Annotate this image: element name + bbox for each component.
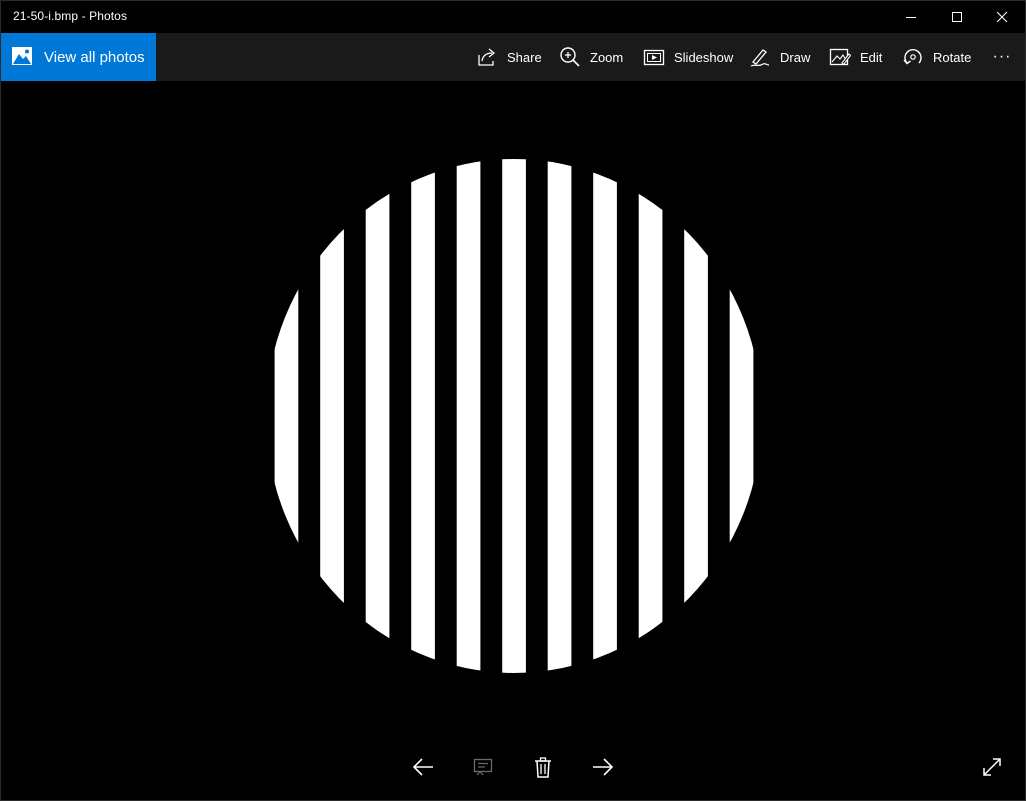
photo-viewport[interactable]	[1, 81, 1025, 800]
edit-label: Edit	[860, 49, 883, 65]
minimize-button[interactable]	[888, 1, 934, 33]
zoom-button[interactable]: Zoom	[559, 33, 623, 81]
previous-button[interactable]	[403, 743, 443, 791]
arrow-right-icon	[593, 758, 614, 776]
arrow-left-icon	[412, 758, 433, 776]
striped-circle-image	[274, 159, 754, 673]
minimize-icon	[906, 17, 916, 18]
draw-icon	[750, 49, 770, 67]
image-stripe	[274, 159, 299, 673]
open-with-icon	[473, 758, 493, 776]
bottom-bar	[1, 743, 1025, 791]
image-stripe	[365, 159, 390, 673]
slideshow-button[interactable]: Slideshow	[643, 33, 733, 81]
close-icon	[996, 11, 1008, 23]
zoom-label: Zoom	[590, 49, 624, 65]
slideshow-label: Slideshow	[674, 49, 734, 65]
rotate-icon	[903, 49, 922, 65]
image-stripe	[411, 159, 435, 673]
command-bar: View all photos Share Zoom Slideshow Dra…	[1, 33, 1025, 81]
photos-window: 21-50-i.bmp - Photos View all photos Sha…	[0, 0, 1026, 801]
view-all-photos-label: View all photos	[44, 49, 145, 66]
image-stripe	[456, 159, 481, 673]
close-button[interactable]	[979, 1, 1025, 33]
window-title: 21-50-i.bmp - Photos	[13, 9, 128, 23]
see-more-button[interactable]: ···	[988, 33, 1016, 81]
edit-button[interactable]: Edit	[829, 33, 882, 81]
open-with-button[interactable]	[463, 743, 503, 791]
view-all-photos-button[interactable]: View all photos	[1, 33, 156, 81]
image-stripe	[729, 159, 754, 673]
share-icon	[478, 48, 496, 66]
title-bar: 21-50-i.bmp - Photos	[1, 1, 1025, 33]
share-button[interactable]: Share	[476, 33, 542, 81]
photos-icon	[12, 47, 32, 65]
delete-button[interactable]	[523, 743, 563, 791]
fullscreen-button[interactable]	[972, 743, 1012, 791]
fullscreen-icon	[983, 758, 1001, 776]
edit-icon	[829, 48, 851, 66]
image-stripe	[547, 159, 572, 673]
draw-button[interactable]: Draw	[749, 33, 810, 81]
maximize-button[interactable]	[934, 1, 980, 33]
image-stripe	[593, 159, 617, 673]
zoom-icon	[560, 47, 580, 67]
rotate-label: Rotate	[933, 49, 972, 65]
image-stripe	[638, 159, 663, 673]
draw-label: Draw	[780, 49, 811, 65]
maximize-icon	[952, 12, 962, 22]
image-stripe	[502, 159, 526, 673]
next-button[interactable]	[583, 743, 623, 791]
share-label: Share	[507, 49, 542, 65]
rotate-button[interactable]: Rotate	[902, 33, 971, 81]
trash-icon	[535, 757, 551, 778]
slideshow-icon	[643, 49, 665, 66]
image-stripe	[320, 159, 344, 673]
image-stripe	[684, 159, 708, 673]
